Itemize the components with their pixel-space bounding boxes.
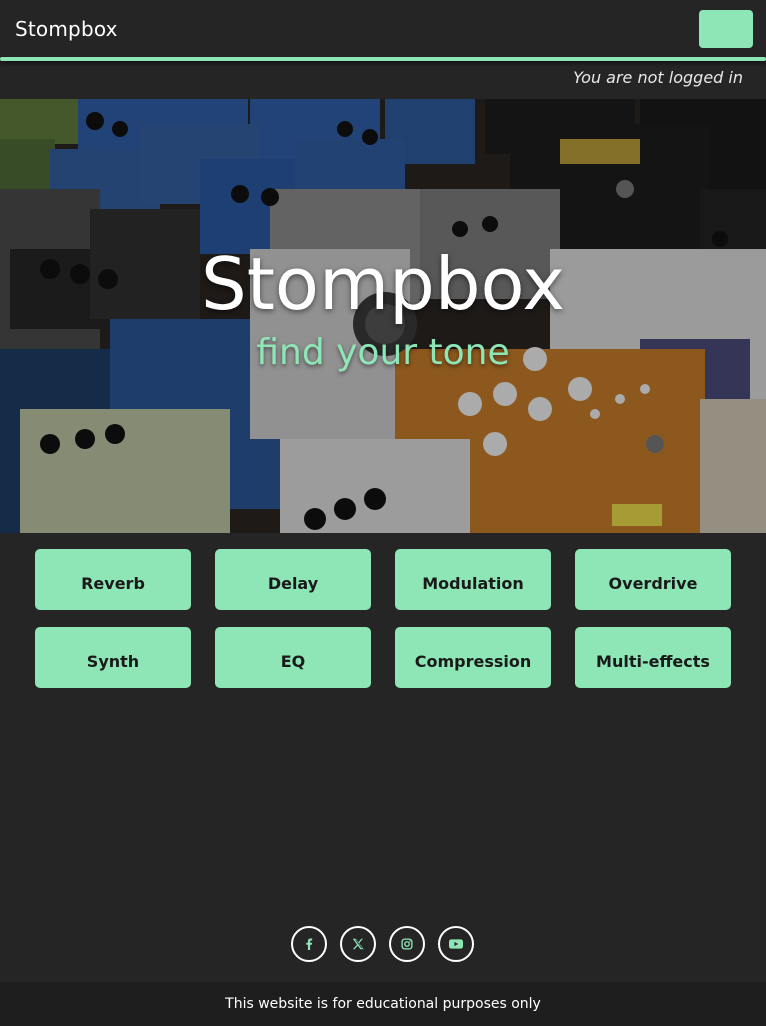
x-twitter-link[interactable] (340, 926, 376, 962)
facebook-icon (306, 938, 313, 950)
instagram-link[interactable] (389, 926, 425, 962)
hero-banner: Stompbox find your tone (0, 99, 766, 533)
footer-disclaimer: This website is for educational purposes… (225, 996, 541, 1012)
category-grid: Reverb Delay Modulation Overdrive Synth … (35, 549, 731, 688)
footer: This website is for educational purposes… (0, 982, 766, 1026)
hero-title: Stompbox (201, 242, 565, 326)
social-links (291, 926, 474, 962)
instagram-icon (401, 938, 413, 950)
x-twitter-icon (352, 938, 364, 950)
menu-toggle-button[interactable] (699, 10, 753, 48)
facebook-link[interactable] (291, 926, 327, 962)
login-status-text: You are not logged in (573, 68, 743, 87)
category-button-multi-effects[interactable]: Multi-effects (575, 627, 731, 688)
category-button-delay[interactable]: Delay (215, 549, 371, 610)
youtube-link[interactable] (438, 926, 474, 962)
category-button-reverb[interactable]: Reverb (35, 549, 191, 610)
brand-link[interactable]: Stompbox (15, 17, 118, 41)
category-button-overdrive[interactable]: Overdrive (575, 549, 731, 610)
youtube-icon (449, 939, 463, 949)
category-button-synth[interactable]: Synth (35, 627, 191, 688)
navbar-divider (0, 57, 766, 61)
category-button-eq[interactable]: EQ (215, 627, 371, 688)
category-button-modulation[interactable]: Modulation (395, 549, 551, 610)
hero-subtitle: find your tone (256, 332, 510, 373)
navbar: Stompbox (0, 0, 766, 58)
category-button-compression[interactable]: Compression (395, 627, 551, 688)
